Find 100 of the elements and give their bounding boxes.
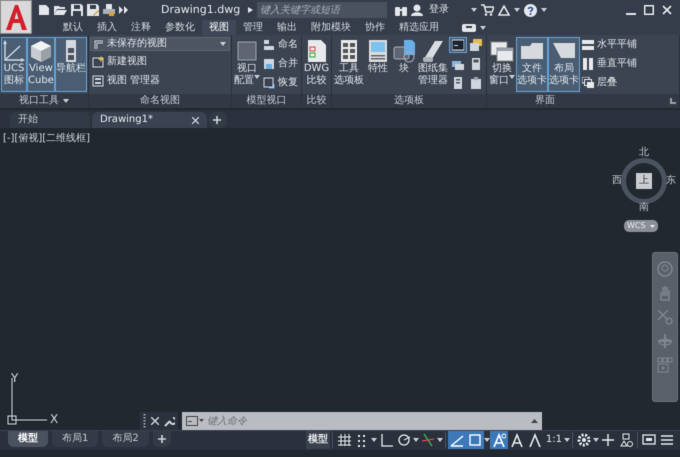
ribbon-button[interactable]: 图纸集 管理器	[417, 37, 450, 92]
document-tab[interactable]: 开始	[10, 112, 90, 128]
ribbon-button[interactable]: 新建视图	[90, 54, 230, 70]
ribbon-button[interactable]: 垂直平铺	[580, 56, 640, 72]
ribbon-button[interactable]: 水平平铺	[580, 37, 640, 53]
ribbon-tab[interactable]: 视图	[202, 20, 236, 35]
save-icon[interactable]	[71, 4, 83, 16]
ribbon-button[interactable]: DWG 比较	[302, 37, 330, 92]
help-icon[interactable]	[524, 4, 538, 16]
ribbon-tab[interactable]: 附加模块	[304, 20, 358, 35]
ribbon-button[interactable]: 切换 窗口	[488, 37, 516, 92]
status-button[interactable]	[490, 431, 508, 449]
ribbon-tab[interactable]: 参数化	[158, 20, 202, 35]
ribbon-button[interactable]: 视图 管理器	[90, 73, 230, 89]
command-history-icon[interactable]	[186, 416, 204, 426]
stacked-cards-icon	[452, 58, 464, 70]
tracking-icon	[450, 433, 464, 447]
ribbon-button[interactable]: 恢复	[260, 75, 300, 91]
grip-icon[interactable]	[143, 414, 146, 428]
panel-toggle-icon[interactable]	[462, 24, 476, 32]
open-folder-icon[interactable]	[54, 4, 67, 16]
status-button[interactable]	[575, 431, 593, 449]
ribbon-button[interactable]: 视口 配置	[232, 37, 261, 92]
ribbon-tab[interactable]: 插入	[90, 20, 124, 35]
layout-tab[interactable]: 布局1	[52, 431, 98, 447]
maximize-icon[interactable]	[644, 5, 654, 15]
ribbon-tab[interactable]: 精选应用	[392, 20, 446, 35]
cube-icon	[28, 39, 53, 63]
ribbon-button[interactable]: 块	[391, 37, 418, 92]
ribbon-button[interactable]: 特性	[365, 37, 392, 92]
clipboard-icon	[470, 77, 482, 89]
caret-icon[interactable]	[593, 438, 599, 442]
caret-icon[interactable]	[541, 8, 548, 12]
close-icon[interactable]	[662, 5, 672, 15]
vertical-tile-icon	[582, 58, 594, 70]
viewport-controls[interactable]: [-][俯视][二维线框]	[3, 133, 90, 145]
annotation-scale-button[interactable]: 1:1	[544, 431, 564, 449]
wrench-icon[interactable]	[164, 416, 175, 426]
new-view-icon	[92, 56, 104, 68]
save-as-icon[interactable]	[87, 4, 99, 16]
status-button[interactable]	[599, 431, 617, 449]
app-logo[interactable]	[0, 0, 32, 34]
caret-icon[interactable]	[564, 438, 570, 442]
ribbon-button[interactable]: 布局 选项卡	[548, 37, 580, 92]
more-icon[interactable]	[119, 6, 129, 14]
caret-icon[interactable]	[484, 438, 490, 442]
caret-icon[interactable]	[412, 438, 419, 442]
view-dropdown[interactable]: 未保存的视图	[90, 37, 230, 51]
ribbon-tab[interactable]: 注释	[124, 20, 158, 35]
new-tab-button[interactable]	[209, 112, 227, 128]
new-file-icon[interactable]	[38, 4, 50, 16]
ribbon-button[interactable]: 命名	[260, 37, 300, 53]
ribbon-tab[interactable]: 默认	[56, 20, 90, 35]
binoculars-icon[interactable]	[395, 4, 408, 16]
caret-icon[interactable]	[514, 8, 520, 12]
view-icon	[94, 40, 104, 48]
palette-button[interactable]	[449, 37, 468, 53]
axis-label: X	[50, 413, 58, 425]
login-link[interactable]: 登录	[429, 4, 450, 16]
new-layout-button[interactable]	[152, 431, 171, 447]
ribbon-button[interactable]: 导航栏	[54, 37, 87, 92]
ribbon-tab[interactable]: 协作	[358, 20, 392, 35]
caret-icon[interactable]	[370, 438, 377, 442]
command-field[interactable]: 键入命令	[182, 412, 542, 430]
ribbon-button[interactable]: View Cube	[27, 37, 55, 92]
layout-tab[interactable]: 模型	[8, 431, 48, 447]
annotation-visibility-icon	[492, 433, 506, 447]
close-icon[interactable]	[192, 116, 199, 124]
ribbon-tab[interactable]: 管理	[236, 20, 270, 35]
caret-icon[interactable]	[436, 438, 443, 442]
ribbon-button[interactable]: 文件 选项卡	[516, 37, 548, 92]
ribbon-button[interactable]: 层叠	[580, 75, 640, 91]
ribbon-button[interactable]: UCS 图标	[1, 37, 27, 92]
ribbon-button[interactable]: 合并	[260, 56, 300, 72]
close-icon[interactable]	[151, 417, 159, 425]
user-icon[interactable]	[411, 4, 424, 16]
search-field[interactable]: 键入关键字或短语	[257, 2, 388, 18]
caret-icon	[650, 224, 655, 228]
compass-label: 南	[639, 203, 649, 213]
compass-label: 东	[666, 176, 676, 186]
caret-up-icon[interactable]	[531, 419, 538, 423]
caret-icon[interactable]	[62, 99, 69, 103]
viewcube-face[interactable]: 上	[636, 173, 652, 189]
caret-icon[interactable]	[471, 8, 478, 12]
status-button[interactable]	[448, 431, 466, 449]
caret-right-icon[interactable]	[248, 7, 254, 13]
cart-icon[interactable]	[481, 4, 494, 16]
horizontal-tile-icon	[582, 39, 594, 51]
layout-tab[interactable]: 布局2	[102, 431, 149, 447]
panel-title: 界面	[535, 94, 556, 108]
caret-icon[interactable]	[480, 26, 486, 30]
ortho-icon	[378, 433, 393, 447]
ribbon-button[interactable]: 工具 选项板	[333, 37, 366, 92]
dialog-launcher-icon[interactable]	[670, 98, 676, 104]
command-input[interactable]: 键入命令	[207, 413, 528, 429]
ribbon-tab[interactable]: 输出	[270, 20, 304, 35]
document-tab[interactable]: Drawing1*	[92, 112, 207, 128]
printer-icon[interactable]	[103, 4, 115, 16]
model-space-button[interactable]: 模型	[306, 431, 330, 449]
layers-icon	[452, 77, 464, 89]
